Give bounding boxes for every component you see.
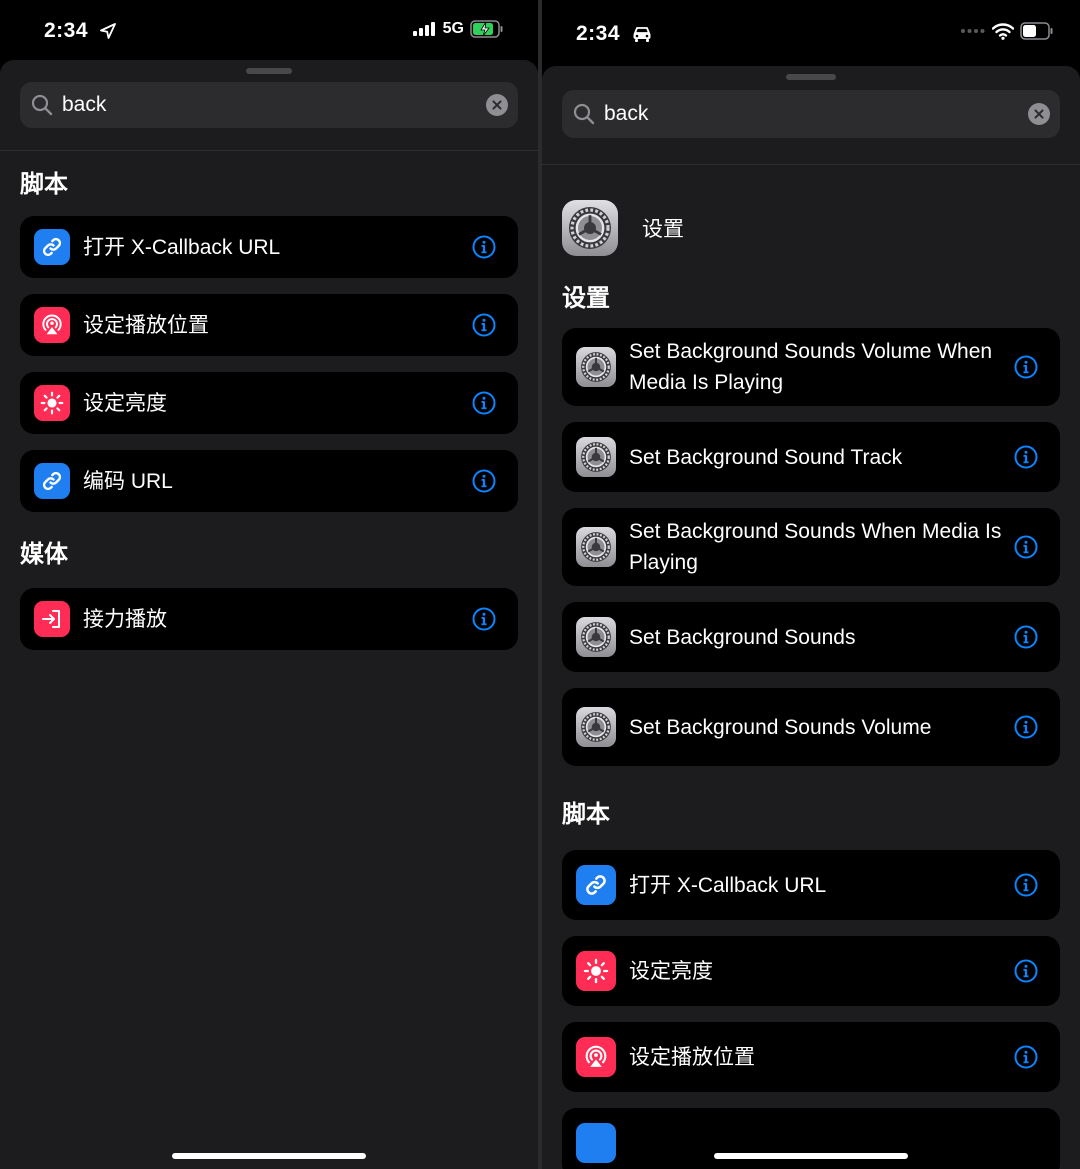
info-icon[interactable] [472,235,496,259]
action-row-set-playback-destination[interactable]: 设定播放位置 [20,294,518,356]
search-field[interactable]: back [562,90,1060,138]
clear-search-icon[interactable] [1028,103,1050,125]
settings-gear-icon [576,437,616,477]
action-label: 打开 X-Callback URL [629,873,827,897]
search-divider [0,150,538,151]
settings-gear-icon [576,707,616,747]
action-search-sheet: back 设置 设置 Set Background Sounds Volume … [542,66,1080,1169]
status-time: 2:34 [576,22,621,45]
action-row-set-background-sounds[interactable]: Set Background Sounds [562,602,1060,672]
results-list: 脚本 打开 X-Callback URL 设定播放位置 设定亮度 编码 URL … [20,170,518,650]
status-time: 2:34 [44,19,89,42]
action-label: Set Background Sounds When Media Is Play… [629,520,1002,574]
action-row-encode-url[interactable]: 编码 URL [20,450,518,512]
location-arrow-icon [100,23,117,40]
handoff-icon [34,601,70,637]
info-icon[interactable] [1014,1045,1038,1069]
brightness-icon [576,951,616,991]
status-bar: 2:34 [542,0,1080,60]
section-title-scripting: 脚本 [562,801,610,828]
airplay-audio-icon [576,1037,616,1077]
action-row-set-brightness[interactable]: 设定亮度 [562,936,1060,1006]
app-result-settings[interactable]: 设置 [562,196,1060,260]
search-field[interactable]: back [20,82,518,128]
settings-gear-icon [562,200,618,256]
action-label: 设定亮度 [629,959,713,983]
info-icon[interactable] [472,469,496,493]
info-icon[interactable] [1014,625,1038,649]
status-bar: 2:34 5G [0,0,538,60]
action-row-set-brightness[interactable]: 设定亮度 [20,372,518,434]
action-label: Set Background Sounds Volume [629,715,932,739]
action-label: Set Background Sound Track [629,445,903,469]
action-label: 设定播放位置 [83,313,209,337]
search-divider [542,164,1080,165]
link-icon [34,463,70,499]
section-title-scripting: 脚本 [20,171,68,198]
airplay-audio-icon [34,307,70,343]
action-row-partial[interactable] [562,1108,1060,1169]
status-time-container: 2:34 [44,19,117,43]
action-row-open-x-callback-url[interactable]: 打开 X-Callback URL [20,216,518,278]
action-label: 设定播放位置 [629,1045,755,1069]
action-row-open-x-callback-url[interactable]: 打开 X-Callback URL [562,850,1060,920]
info-icon[interactable] [1014,873,1038,897]
section-title-settings: 设置 [562,285,610,312]
settings-gear-icon [576,347,616,387]
action-label: 编码 URL [83,469,173,493]
action-label: Set Background Sounds [629,625,856,649]
info-icon[interactable] [1014,959,1038,983]
info-icon[interactable] [472,313,496,337]
info-icon[interactable] [1014,445,1038,469]
link-icon [34,229,70,265]
action-label: Set Background Sounds Volume When Media … [629,340,993,394]
search-input[interactable]: back [62,93,486,117]
app-name: 设置 [642,218,684,241]
action-row-handoff-playback[interactable]: 接力播放 [20,588,518,650]
battery-icon [1020,22,1053,40]
link-icon [576,865,616,905]
car-icon [633,27,651,43]
cellular-signal-icon [412,22,435,36]
action-label: 设定亮度 [83,391,167,415]
action-row-set-background-sounds-volume-when-media-playing[interactable]: Set Background Sounds Volume When Media … [562,328,1060,406]
settings-gear-icon [576,527,616,567]
action-row-set-background-sound-track[interactable]: Set Background Sound Track [562,422,1060,492]
action-row-set-playback-destination[interactable]: 设定播放位置 [562,1022,1060,1092]
home-indicator[interactable] [714,1153,908,1159]
search-icon [30,93,54,117]
info-icon[interactable] [472,607,496,631]
sheet-grabber[interactable] [246,68,292,74]
search-icon [572,102,596,126]
action-row-set-background-sounds-volume[interactable]: Set Background Sounds Volume [562,688,1060,766]
cellular-no-signal-icon [961,29,985,33]
info-icon[interactable] [472,391,496,415]
partial-blue-icon [576,1123,616,1163]
wifi-icon [992,23,1014,40]
search-input[interactable]: back [604,102,1028,126]
sheet-grabber[interactable] [786,74,836,80]
home-indicator[interactable] [172,1153,366,1159]
battery-charging-icon [470,20,503,38]
info-icon[interactable] [1014,355,1038,379]
right-screen: 2:34 back 设置 设置 Set Background Sounds Vo… [542,0,1080,1169]
action-search-sheet: back 脚本 打开 X-Callback URL 设定播放位置 设定亮度 编码… [0,60,538,1169]
action-label: 接力播放 [83,607,167,631]
results-list: 设置 设置 Set Background Sounds Volume When … [562,196,1060,1169]
settings-gear-icon [576,617,616,657]
info-icon[interactable] [1014,715,1038,739]
info-icon[interactable] [1014,535,1038,559]
section-title-media: 媒体 [20,541,68,568]
left-screen: 2:34 5G back 脚本 打开 X-Callback URL 设定播放位置… [0,0,538,1169]
status-time-container: 2:34 [576,22,652,46]
network-type-label: 5G [442,20,464,37]
status-indicators: 5G [412,20,504,38]
status-indicators [960,22,1054,40]
clear-search-icon[interactable] [486,94,508,116]
action-row-set-background-sounds-when-media-playing[interactable]: Set Background Sounds When Media Is Play… [562,508,1060,586]
brightness-icon [34,385,70,421]
action-label: 打开 X-Callback URL [83,235,281,259]
